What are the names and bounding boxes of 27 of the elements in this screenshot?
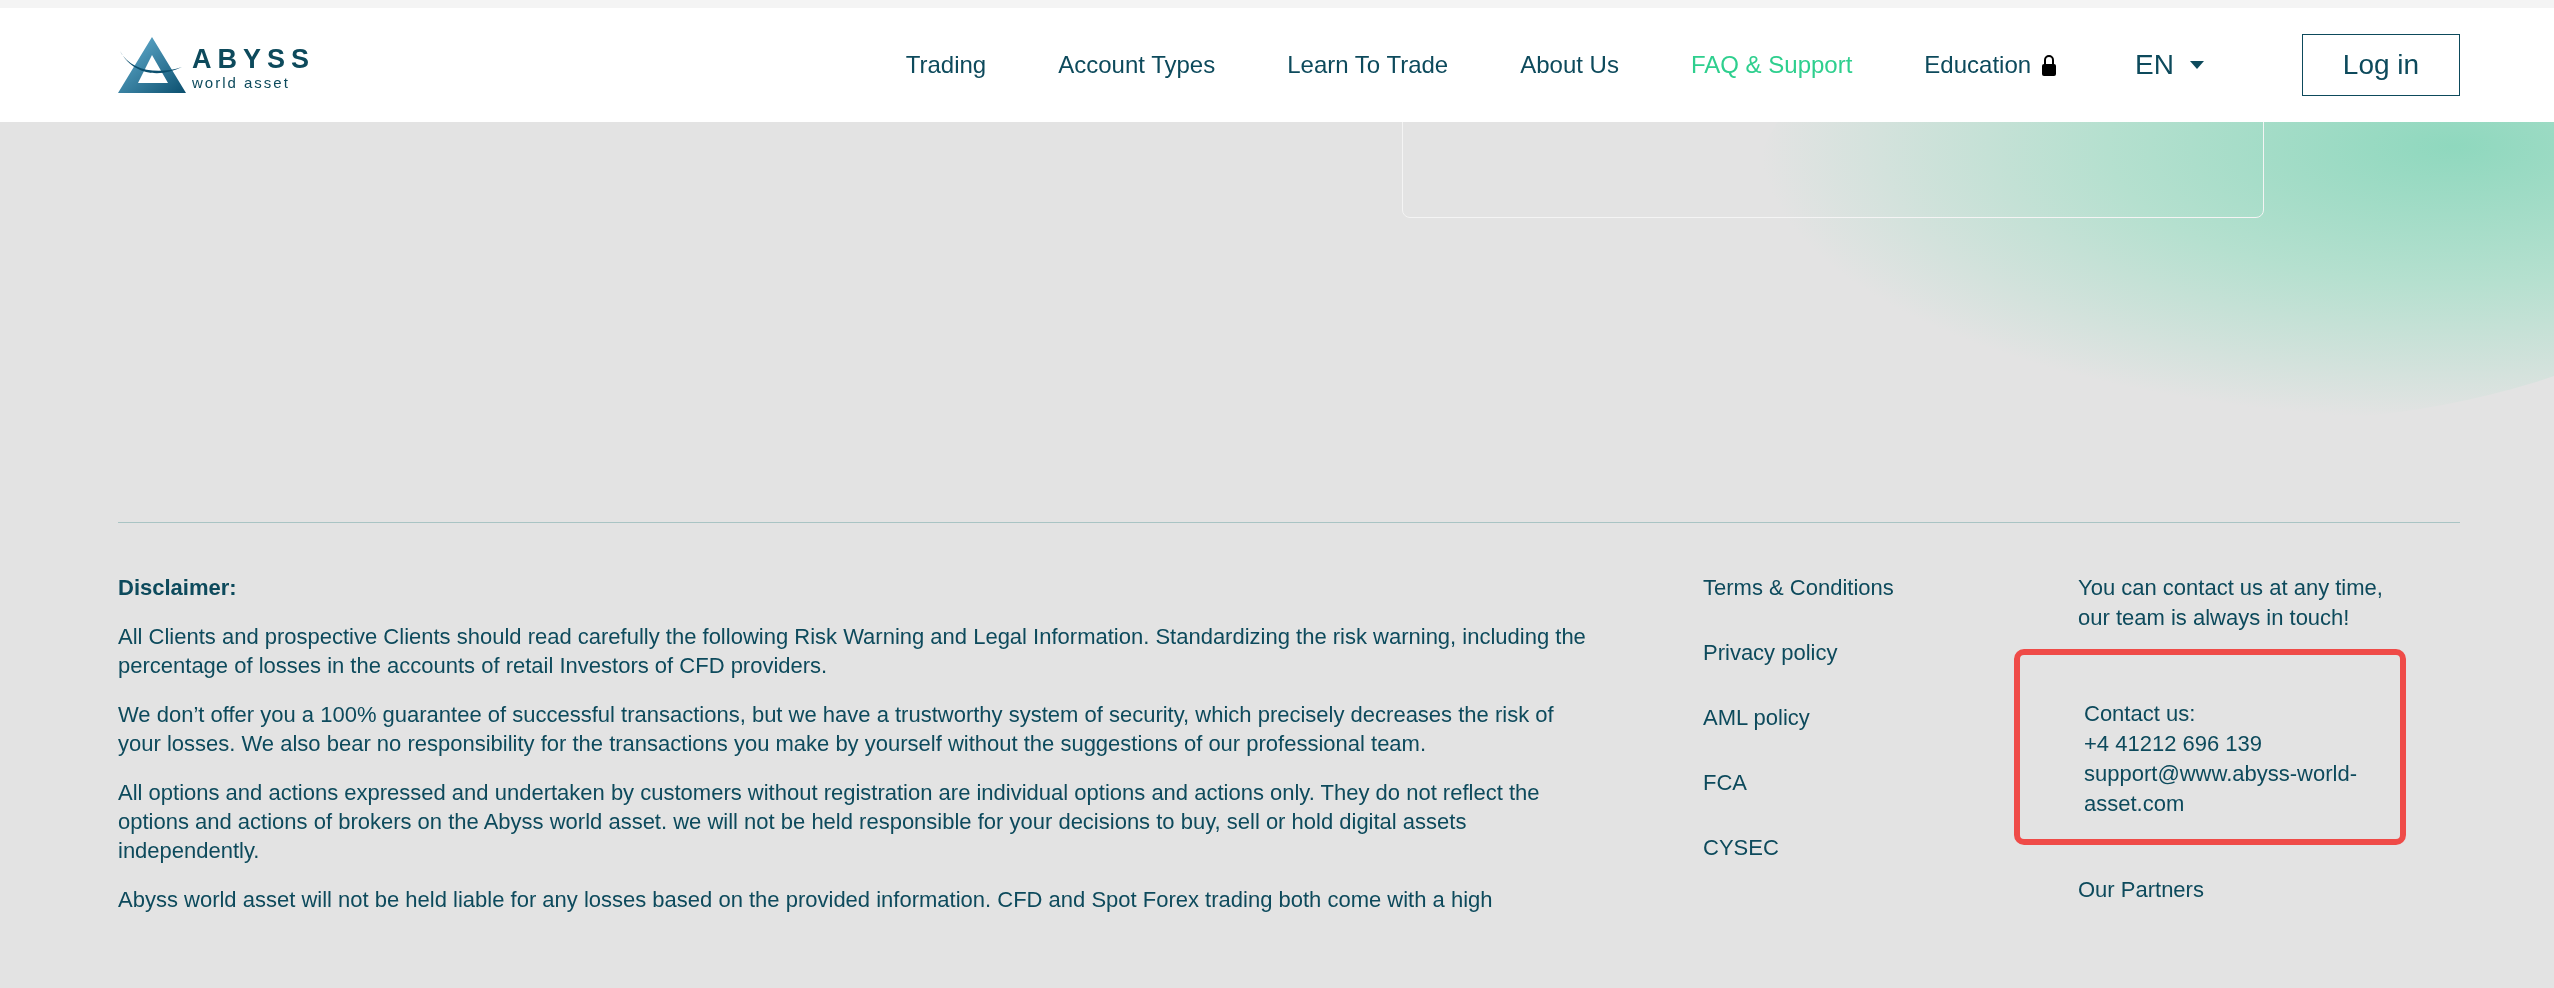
logo-wordmark: ABYSS: [192, 44, 316, 74]
phone-number: +4 41212 696 139: [2084, 730, 2263, 758]
nav-link[interactable]: Trading: [905, 51, 987, 79]
triangle-logo-icon: [118, 37, 188, 93]
email-link[interactable]: support@www.abyss-world-asset.com: [2084, 759, 2370, 819]
footer-link[interactable]: Terms & Conditions: [1703, 573, 2078, 602]
footer-link[interactable]: CYSEC: [1703, 833, 2078, 862]
footer-link[interactable]: FCA: [1703, 768, 2078, 797]
partners-link[interactable]: Our Partners: [2078, 875, 2408, 904]
disclaimer-paragraph: Abyss world asset will not be held liable for any losses based on the provided information. CFD and Spot Forex trading both come with a high: [118, 886, 1494, 914]
footer-link[interactable]: AML policy: [1703, 703, 2078, 732]
nav-link[interactable]: Account Types: [1058, 51, 1216, 79]
nav-link[interactable]: About Us: [1520, 51, 1619, 79]
contact-label: Contact us:: [2084, 700, 2197, 728]
contact-intro: You can contact us at any time, our team is always in touch!: [2078, 574, 2384, 632]
disclaimer-paragraph: All Clients and prospective Clients should read carefully the following Risk Warning and Legal Information. Standardizing the risk warning, including the percentage of losses in the accounts of retail Investors of CFD providers.: [118, 623, 1587, 680]
logo-tagline: world asset: [192, 74, 291, 91]
footer-link[interactable]: Privacy policy: [1703, 638, 2078, 667]
disclaimer-paragraph: We don’t offer you a 100% guarantee of successful transactions, but we have a trustworthy system of security, which precisely decreases the risk of your losses. We also bear no responsibility for the transactions you make by yourself without the suggestions of our professional team.: [118, 701, 1555, 758]
nav-link[interactable]: Education: [1924, 51, 2058, 79]
disclaimer-paragraph: All options and actions expressed and undertaken by customers without registration are individual options and actions only. They do not reflect the options and actions of brokers on the Abyss world asset. we will not be held responsible for your decisions to buy, sell or hold digital assets independently.: [118, 779, 1541, 865]
disclaimer-heading: Disclaimer:: [118, 574, 238, 602]
caret-icon: [2190, 61, 2204, 69]
nav-link[interactable]: Learn To Trade: [1287, 51, 1449, 79]
login-button[interactable]: Log in: [2302, 34, 2460, 96]
logo[interactable]: ABYSS world asset: [118, 37, 316, 93]
language-selector[interactable]: EN: [2135, 49, 2204, 81]
